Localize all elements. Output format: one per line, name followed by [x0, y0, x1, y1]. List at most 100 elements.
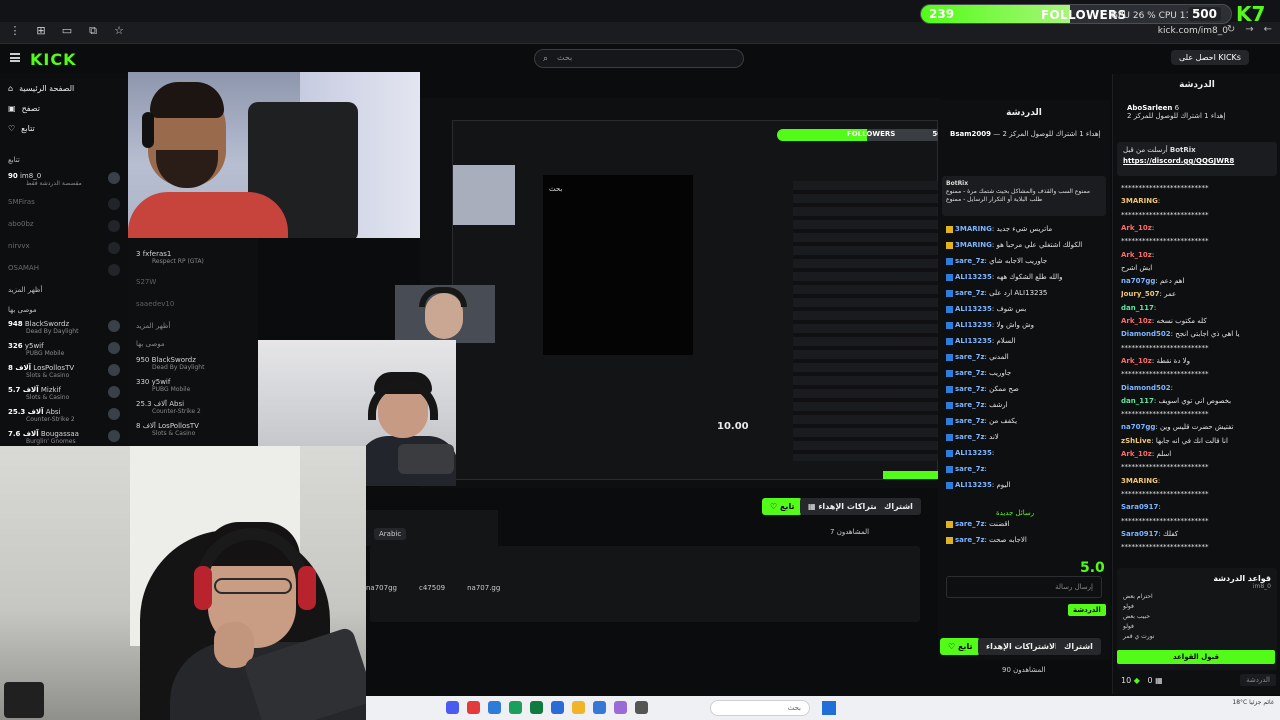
chat-username[interactable]: Ark_10z: [1121, 317, 1152, 325]
chat-username[interactable]: dan_117: [1121, 397, 1154, 405]
recommended-item[interactable]: 7.6 آلاف Bougassaa Burglin' Gnomes: [8, 430, 120, 445]
star-icon[interactable]: ☆: [112, 24, 126, 38]
follow-button[interactable]: ♡ تابع: [762, 498, 803, 515]
chat-username[interactable]: ALI13235: [955, 481, 992, 489]
chat-username[interactable]: ALI13235: [955, 449, 992, 457]
chat-username[interactable]: sare_7z: [955, 465, 985, 473]
chat-username[interactable]: dan_117: [1121, 304, 1154, 312]
hamburger-icon[interactable]: [10, 53, 20, 62]
chat-username[interactable]: 3MARING: [1121, 477, 1158, 485]
taskbar-app-icon[interactable]: [509, 701, 522, 714]
chat-username[interactable]: Diamond502: [1121, 384, 1171, 392]
chat-message: ALI13235: وش واش ولا: [946, 321, 1108, 329]
recommended-item[interactable]: 25.3 آلاف Absi Counter-Strike 2: [8, 408, 120, 423]
taskbar-app-icon[interactable]: [572, 701, 585, 714]
chat-username[interactable]: Diamond502: [1121, 330, 1171, 338]
social-link[interactable]: c47509: [419, 584, 445, 592]
channel-item[interactable]: OSAMAH: [8, 264, 120, 276]
sidebar-icon[interactable]: ▭: [60, 24, 74, 38]
gift-subs-button[interactable]: الاشتراكات الإهداء: [978, 638, 1066, 655]
channel-item[interactable]: nirvvx: [8, 242, 120, 254]
chat-username[interactable]: sare_7z: [955, 353, 985, 361]
badge-icon: [946, 385, 953, 393]
taskbar-app-icon[interactable]: [467, 701, 480, 714]
show-more-link[interactable]: أظهر المزيد: [8, 286, 42, 294]
kick-logo[interactable]: KICK: [30, 50, 77, 69]
windows-start-icon[interactable]: [822, 701, 836, 715]
tab-icon[interactable]: ⊞: [34, 24, 48, 38]
chat-username[interactable]: Ark_10z: [1121, 224, 1152, 232]
get-kicks-button[interactable]: احصل على KICKs: [1171, 50, 1249, 65]
social-link[interactable]: na707gg: [366, 584, 397, 592]
microphone: [398, 444, 454, 474]
screen-window: [453, 165, 515, 225]
channel-item[interactable]: SMFiras: [8, 198, 120, 210]
recommended-item[interactable]: 326 y5wif PUBG Mobile: [8, 342, 120, 357]
chat-username[interactable]: sare_7z: [955, 536, 985, 544]
new-messages-divider: رسائل جديدة: [996, 509, 1035, 517]
sidebar-item-following[interactable]: ♡ تتابع: [8, 124, 35, 133]
follow-button[interactable]: ♡ تابع: [940, 638, 981, 655]
chat-username[interactable]: sare_7z: [955, 385, 985, 393]
chat-send-button[interactable]: الدردشة: [1068, 604, 1106, 616]
sidebar-item-browse[interactable]: ▣ تصفح: [8, 104, 40, 113]
chat-username[interactable]: sare_7z: [955, 520, 985, 528]
avatar: [108, 430, 120, 442]
stream-video[interactable]: بحث FOLLOWERS 500 10.00: [420, 98, 940, 488]
chat-username[interactable]: ALI13235: [955, 337, 992, 345]
copy-icon[interactable]: ⧉: [86, 24, 100, 38]
chat-username[interactable]: Sara0917: [1121, 530, 1158, 538]
taskbar-app-icon[interactable]: [530, 701, 543, 714]
chat-username[interactable]: na707gg: [1121, 277, 1155, 285]
menu-icon[interactable]: ⋮: [8, 24, 22, 38]
chat-username[interactable]: sare_7z: [955, 289, 985, 297]
chat-username[interactable]: sare_7z: [955, 257, 985, 265]
taskbar-weather: 18°C غائم جزئيا: [1232, 699, 1274, 706]
taskbar-search[interactable]: بحث: [710, 700, 810, 716]
chat-username[interactable]: Sara0917: [1121, 503, 1158, 511]
chat-username[interactable]: Ark_10z: [1121, 251, 1152, 259]
chat-username[interactable]: zShLive: [1121, 437, 1151, 445]
chat-username[interactable]: Ark_10z: [1121, 357, 1152, 365]
channel-item[interactable]: abo0bz: [8, 220, 120, 232]
chat-username[interactable]: na707gg: [1121, 423, 1155, 431]
badge-icon: [946, 257, 953, 265]
language-tag[interactable]: Arabic: [374, 528, 407, 540]
chat-username[interactable]: sare_7z: [955, 417, 985, 425]
subscribe-button[interactable]: اشتراك: [1056, 638, 1101, 655]
social-link[interactable]: na707.gg: [467, 584, 500, 592]
recommended-item[interactable]: 948 BlackSwordz Dead By Daylight: [8, 320, 120, 335]
subscribe-button[interactable]: اشتراك: [876, 498, 921, 515]
chat-username[interactable]: Ark_10z: [1121, 450, 1152, 458]
chat-username[interactable]: 3MARING: [955, 225, 992, 233]
search-input[interactable]: ⌕ بحث: [534, 49, 744, 68]
chat-message: Sara0917: كفلك: [1121, 529, 1179, 538]
chat-text: *************************: [1121, 370, 1209, 379]
chat-send-button[interactable]: الدردشة: [1240, 674, 1276, 686]
chat-username[interactable]: 3MARING: [955, 241, 992, 249]
taskbar-app-icon[interactable]: [614, 701, 627, 714]
chat-username[interactable]: sare_7z: [955, 433, 985, 441]
discord-link[interactable]: https://discord.gg/QQGJWR8: [1123, 157, 1271, 165]
sidebar-item-home[interactable]: ⌂ الصفحة الرئيسية: [8, 84, 74, 93]
taskbar-app-icon[interactable]: [446, 701, 459, 714]
taskbar-app-icon[interactable]: [635, 701, 648, 714]
chat-message: ALI13235: بس شوف: [946, 305, 1108, 313]
chat-username[interactable]: sare_7z: [955, 401, 985, 409]
accept-rules-button[interactable]: قبول القواعد: [1117, 650, 1275, 664]
chat-username[interactable]: sare_7z: [955, 369, 985, 377]
channel-item[interactable]: 90 im8_0 مقصصة الدردشة فقط: [8, 172, 120, 187]
taskbar-app-icon[interactable]: [488, 701, 501, 714]
chat-username[interactable]: ALI13235: [955, 321, 992, 329]
reload-icon[interactable]: ↻: [1227, 24, 1235, 35]
chat-username[interactable]: 3MARING: [1121, 197, 1158, 205]
chat-username[interactable]: ALI13235: [955, 273, 992, 281]
recommended-item[interactable]: 8 آلاف LosPollosTV Slots & Casino: [8, 364, 120, 379]
taskbar-app-icon[interactable]: [593, 701, 606, 714]
recommended-item[interactable]: 5.7 آلاف Mizkif Slots & Casino: [8, 386, 120, 401]
chat-username[interactable]: ALI13235: [955, 305, 992, 313]
chat-input[interactable]: إرسال رسالة: [946, 576, 1102, 598]
chat-username[interactable]: Joury_507: [1121, 290, 1160, 298]
taskbar-app-icon[interactable]: [551, 701, 564, 714]
address-bar[interactable]: kick.com/im8_0: [1158, 26, 1228, 36]
